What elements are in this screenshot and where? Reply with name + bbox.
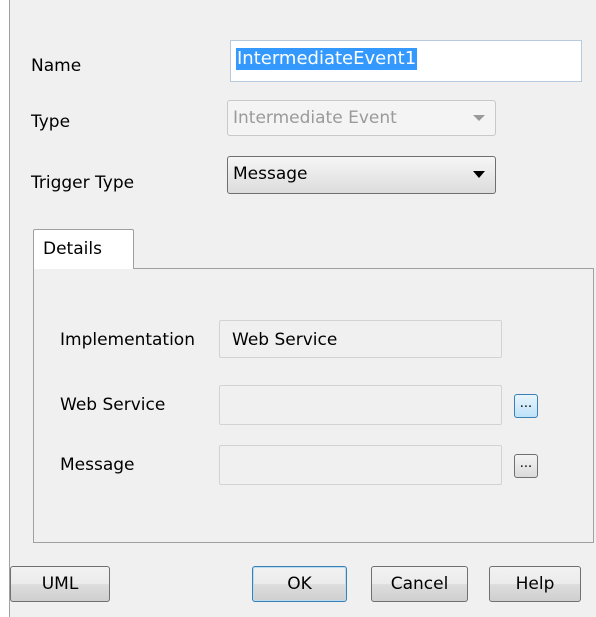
type-label: Type (31, 112, 71, 132)
name-label: Name (31, 56, 82, 76)
trigger-type-dropdown[interactable]: Message (227, 156, 496, 194)
type-dropdown[interactable]: Intermediate Event (227, 100, 496, 136)
uml-button[interactable]: UML (10, 566, 110, 602)
tab-details[interactable]: Details (33, 229, 134, 269)
web-service-field[interactable] (219, 385, 502, 425)
implementation-field: Web Service (219, 320, 502, 358)
web-service-browse-button[interactable]: ... (514, 394, 538, 418)
implementation-value: Web Service (232, 330, 338, 350)
cancel-button[interactable]: Cancel (371, 566, 468, 602)
tab-details-label: Details (43, 239, 102, 259)
name-input[interactable]: IntermediateEvent1 (230, 40, 582, 82)
event-properties-dialog: Name IntermediateEvent1 Type Intermediat… (9, 0, 596, 617)
message-browse-button[interactable]: ... (514, 454, 538, 478)
trigger-type-label: Trigger Type (31, 173, 135, 193)
message-label: Message (60, 455, 135, 475)
ok-button[interactable]: OK (252, 566, 347, 602)
web-service-label: Web Service (60, 395, 166, 415)
type-dropdown-value: Intermediate Event (233, 108, 397, 128)
help-button[interactable]: Help (489, 566, 581, 602)
trigger-type-value: Message (233, 164, 308, 184)
chevron-down-icon (473, 115, 485, 121)
message-field[interactable] (219, 445, 502, 485)
details-panel: Implementation Web Service Web Service .… (33, 268, 594, 543)
implementation-label: Implementation (60, 330, 195, 350)
name-input-value: IntermediateEvent1 (236, 48, 418, 70)
chevron-down-icon (473, 171, 485, 178)
